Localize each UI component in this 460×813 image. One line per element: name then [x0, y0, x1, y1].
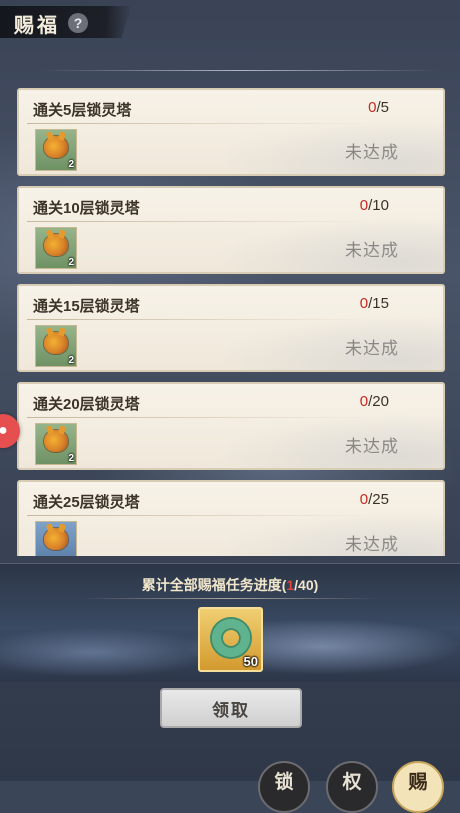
reward-item[interactable] — [35, 521, 77, 556]
progress-target: /25 — [368, 491, 389, 508]
reward-item[interactable]: 2 — [35, 129, 77, 171]
total-prefix: 累计全部赐福任务进度( — [141, 577, 287, 593]
task-name: 通关5层锁灵塔 — [33, 102, 132, 119]
claim-button[interactable]: 领取 — [160, 688, 302, 728]
reward-item[interactable]: 2 — [35, 325, 77, 367]
progress-target: /5 — [376, 99, 389, 116]
beast-icon — [44, 528, 68, 550]
progress-current: 0 — [359, 197, 369, 214]
total-suffix: /40) — [294, 577, 319, 593]
progress-target: /15 — [368, 295, 389, 312]
divider — [80, 598, 380, 599]
page-title: 赐福 — [14, 13, 60, 37]
total-reward-qty: 50 — [243, 654, 258, 669]
task-status: 未达成 — [345, 339, 399, 358]
beast-icon — [44, 332, 68, 354]
progress-current: 0 — [359, 491, 369, 508]
task-card: 通关25层锁灵塔 0/25 未达成 — [17, 480, 445, 556]
divider — [27, 515, 373, 516]
task-progress: 0/20 — [360, 393, 389, 410]
progress-current: 0 — [359, 295, 369, 312]
progress-target: /20 — [368, 393, 389, 410]
task-card: 通关20层锁灵塔 0/20 2 未达成 — [17, 382, 445, 470]
task-status: 未达成 — [345, 143, 399, 162]
reward-item[interactable]: 2 — [35, 227, 77, 269]
reward-qty: 2 — [68, 257, 74, 268]
total-progress-label: 累计全部赐福任务进度(1/40) — [0, 575, 460, 595]
task-card: 通关10层锁灵塔 0/10 2 未达成 — [17, 186, 445, 274]
beast-icon — [44, 430, 68, 452]
task-status: 未达成 — [345, 437, 399, 456]
nav-tab-1[interactable]: 锁 — [258, 761, 310, 813]
progress-target: /10 — [368, 197, 389, 214]
beast-icon — [44, 136, 68, 158]
task-list[interactable]: 通关5层锁灵塔 0/5 2 未达成 通关10层锁灵塔 0/10 2 未达成 通关… — [17, 88, 445, 556]
nav-tab-3[interactable]: 赐 — [392, 761, 444, 813]
total-reward-item[interactable]: 50 — [198, 607, 263, 672]
help-icon[interactable]: ? — [68, 13, 88, 33]
reward-qty: 2 — [68, 453, 74, 464]
task-progress: 0/5 — [368, 99, 389, 116]
task-card: 通关5层锁灵塔 0/5 2 未达成 — [17, 88, 445, 176]
divider — [27, 417, 373, 418]
total-current: 1 — [286, 577, 295, 593]
reward-qty: 2 — [68, 355, 74, 366]
task-progress: 0/25 — [360, 491, 389, 508]
divider — [40, 70, 440, 71]
task-status: 未达成 — [345, 241, 399, 260]
nav-tab-2[interactable]: 权 — [326, 761, 378, 813]
reward-item[interactable]: 2 — [35, 423, 77, 465]
jade-ring-icon — [212, 619, 250, 657]
divider — [27, 221, 373, 222]
progress-current: 0 — [359, 393, 369, 410]
divider — [27, 123, 373, 124]
task-name: 通关25层锁灵塔 — [33, 494, 140, 511]
divider — [27, 319, 373, 320]
task-card: 通关15层锁灵塔 0/15 2 未达成 — [17, 284, 445, 372]
task-name: 通关15层锁灵塔 — [33, 298, 140, 315]
task-name: 通关20层锁灵塔 — [33, 396, 140, 413]
task-status: 未达成 — [345, 535, 399, 554]
task-progress: 0/15 — [360, 295, 389, 312]
task-name: 通关10层锁灵塔 — [33, 200, 140, 217]
reward-qty: 2 — [68, 159, 74, 170]
beast-icon — [44, 234, 68, 256]
task-progress: 0/10 — [360, 197, 389, 214]
